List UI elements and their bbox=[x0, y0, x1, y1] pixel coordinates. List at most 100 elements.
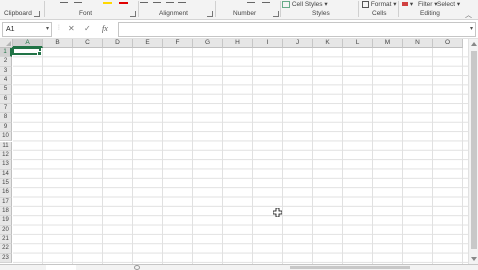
collapse-ribbon-icon[interactable]: ︿ bbox=[465, 10, 472, 20]
row-header[interactable]: 18 bbox=[0, 206, 12, 217]
vertical-scrollbar[interactable] bbox=[468, 39, 478, 264]
row-header[interactable]: 6 bbox=[0, 94, 12, 105]
column-header[interactable]: J bbox=[283, 39, 313, 48]
ribbon: Cell Styles ▾ Format ▾ ▾ Filter ▾ Select… bbox=[0, 0, 478, 20]
dialog-launcher-icon[interactable] bbox=[130, 11, 136, 17]
align-icon[interactable] bbox=[153, 2, 161, 3]
row-header[interactable]: 5 bbox=[0, 85, 12, 95]
select-label: Select bbox=[437, 1, 456, 8]
row-header[interactable]: 9 bbox=[0, 122, 12, 133]
group-label-cells: Cells bbox=[372, 10, 387, 17]
cell-styles-button[interactable]: Cell Styles ▾ bbox=[282, 0, 328, 8]
worksheet-grid[interactable]: ABCDEFGHIJKLMNO 1 2 3 4 5 6 7 8 9 10 11 12 13 14 15 16 1… bbox=[0, 39, 468, 264]
row-header[interactable]: 13 bbox=[0, 160, 12, 170]
group-label-styles: Styles bbox=[312, 10, 330, 17]
scrollbar-thumb[interactable] bbox=[471, 51, 477, 249]
filter-label: Filter bbox=[418, 1, 433, 8]
select-button[interactable]: Select ▾ bbox=[437, 0, 460, 8]
align-icon[interactable] bbox=[166, 2, 174, 3]
column-header[interactable]: O bbox=[433, 39, 463, 48]
font-control-stub[interactable] bbox=[60, 2, 68, 3]
add-sheet-icon[interactable] bbox=[134, 265, 140, 270]
row-header[interactable]: 16 bbox=[0, 188, 12, 198]
column-header[interactable]: E bbox=[133, 39, 163, 48]
name-box-value: A1 bbox=[6, 26, 15, 33]
row-header[interactable]: 2 bbox=[0, 57, 12, 67]
cell-styles-label: Cell Styles bbox=[291, 1, 323, 8]
column-header[interactable]: B bbox=[43, 39, 73, 48]
row-header[interactable]: 14 bbox=[0, 169, 12, 179]
chevron-down-icon: ▾ bbox=[393, 1, 397, 8]
group-divider bbox=[138, 1, 139, 17]
column-header[interactable]: G bbox=[193, 39, 223, 48]
format-button[interactable]: Format ▾ bbox=[362, 0, 396, 8]
number-format-icon[interactable] bbox=[262, 2, 270, 3]
column-header[interactable]: M bbox=[373, 39, 403, 48]
scroll-down-icon[interactable] bbox=[471, 257, 477, 261]
row-header[interactable]: 7 bbox=[0, 104, 12, 114]
row-header[interactable]: 8 bbox=[0, 113, 12, 123]
format-label: Format bbox=[370, 1, 392, 8]
highlight-color-swatch[interactable] bbox=[103, 2, 112, 4]
align-icon[interactable] bbox=[178, 2, 186, 3]
ribbon-group-labels: Clipboard Font Alignment Number Styles C… bbox=[0, 1, 478, 18]
row-header[interactable]: 19 bbox=[0, 216, 12, 226]
cancel-icon[interactable]: ✕ bbox=[68, 22, 75, 35]
name-box[interactable]: A1 ▾ bbox=[2, 22, 52, 37]
column-header[interactable]: H bbox=[223, 39, 253, 48]
row-header[interactable]: 11 bbox=[0, 141, 12, 151]
row-header[interactable]: 10 bbox=[0, 132, 12, 142]
cell-styles-icon bbox=[282, 0, 290, 8]
formula-input[interactable]: ▾ bbox=[118, 22, 476, 37]
row-header[interactable]: 17 bbox=[0, 197, 12, 207]
column-header[interactable]: L bbox=[343, 39, 373, 48]
row-header[interactable]: 3 bbox=[0, 66, 12, 77]
filter-button[interactable]: Filter ▾ bbox=[418, 0, 438, 8]
format-icon bbox=[362, 0, 369, 8]
sheet-tab-bar bbox=[0, 264, 478, 270]
expand-formula-bar-icon[interactable]: ▾ bbox=[470, 23, 473, 36]
clear-button[interactable]: ▾ bbox=[402, 0, 413, 8]
chevron-down-icon: ▾ bbox=[456, 1, 461, 8]
ribbon-controls-row: Cell Styles ▾ Format ▾ ▾ Filter ▾ Select… bbox=[0, 0, 478, 8]
group-divider bbox=[358, 1, 359, 17]
column-header[interactable]: C bbox=[73, 39, 103, 48]
column-header[interactable]: F bbox=[163, 39, 193, 48]
enter-icon[interactable]: ✓ bbox=[84, 22, 91, 35]
row-header[interactable]: 21 bbox=[0, 235, 12, 245]
font-color-swatch[interactable] bbox=[119, 2, 128, 4]
row-header[interactable]: 15 bbox=[0, 178, 12, 189]
row-header[interactable]: 12 bbox=[0, 150, 12, 161]
tab-active-sheet[interactable] bbox=[46, 265, 76, 270]
group-divider bbox=[215, 1, 216, 17]
row-header[interactable]: 4 bbox=[0, 76, 12, 86]
chevron-down-icon[interactable]: ▾ bbox=[46, 23, 49, 36]
insert-function-icon[interactable]: fx bbox=[102, 22, 108, 35]
splitter-handle[interactable]: ⋮ bbox=[56, 22, 62, 35]
group-label-alignment: Alignment bbox=[159, 10, 188, 17]
dialog-launcher-icon[interactable] bbox=[34, 11, 40, 17]
column-headers: ABCDEFGHIJKLMNO bbox=[13, 39, 468, 48]
column-header[interactable]: D bbox=[103, 39, 133, 48]
align-icon[interactable] bbox=[140, 2, 148, 3]
scroll-up-icon[interactable] bbox=[471, 42, 477, 46]
group-label-number: Number bbox=[233, 10, 257, 17]
column-header[interactable]: N bbox=[403, 39, 433, 48]
tab-sheet[interactable] bbox=[82, 265, 116, 270]
column-header[interactable]: I bbox=[253, 39, 283, 48]
dialog-launcher-icon[interactable] bbox=[207, 11, 213, 17]
group-label-editing: Editing bbox=[420, 10, 440, 17]
active-cell-a1[interactable] bbox=[12, 47, 42, 57]
font-control-stub[interactable] bbox=[74, 2, 82, 3]
row-header[interactable]: 23 bbox=[0, 253, 12, 264]
formula-bar: A1 ▾ ⋮ ✕ ✓ fx ▾ bbox=[0, 20, 478, 39]
cell-area[interactable] bbox=[13, 48, 468, 264]
column-header[interactable]: K bbox=[313, 39, 343, 48]
row-header[interactable]: 20 bbox=[0, 225, 12, 235]
eraser-icon bbox=[402, 2, 408, 7]
row-header[interactable]: 1 bbox=[0, 48, 12, 58]
group-label-clipboard: Clipboard bbox=[4, 10, 32, 17]
number-format-icon[interactable] bbox=[247, 2, 255, 3]
row-header[interactable]: 22 bbox=[0, 244, 12, 254]
dialog-launcher-icon[interactable] bbox=[273, 11, 279, 17]
